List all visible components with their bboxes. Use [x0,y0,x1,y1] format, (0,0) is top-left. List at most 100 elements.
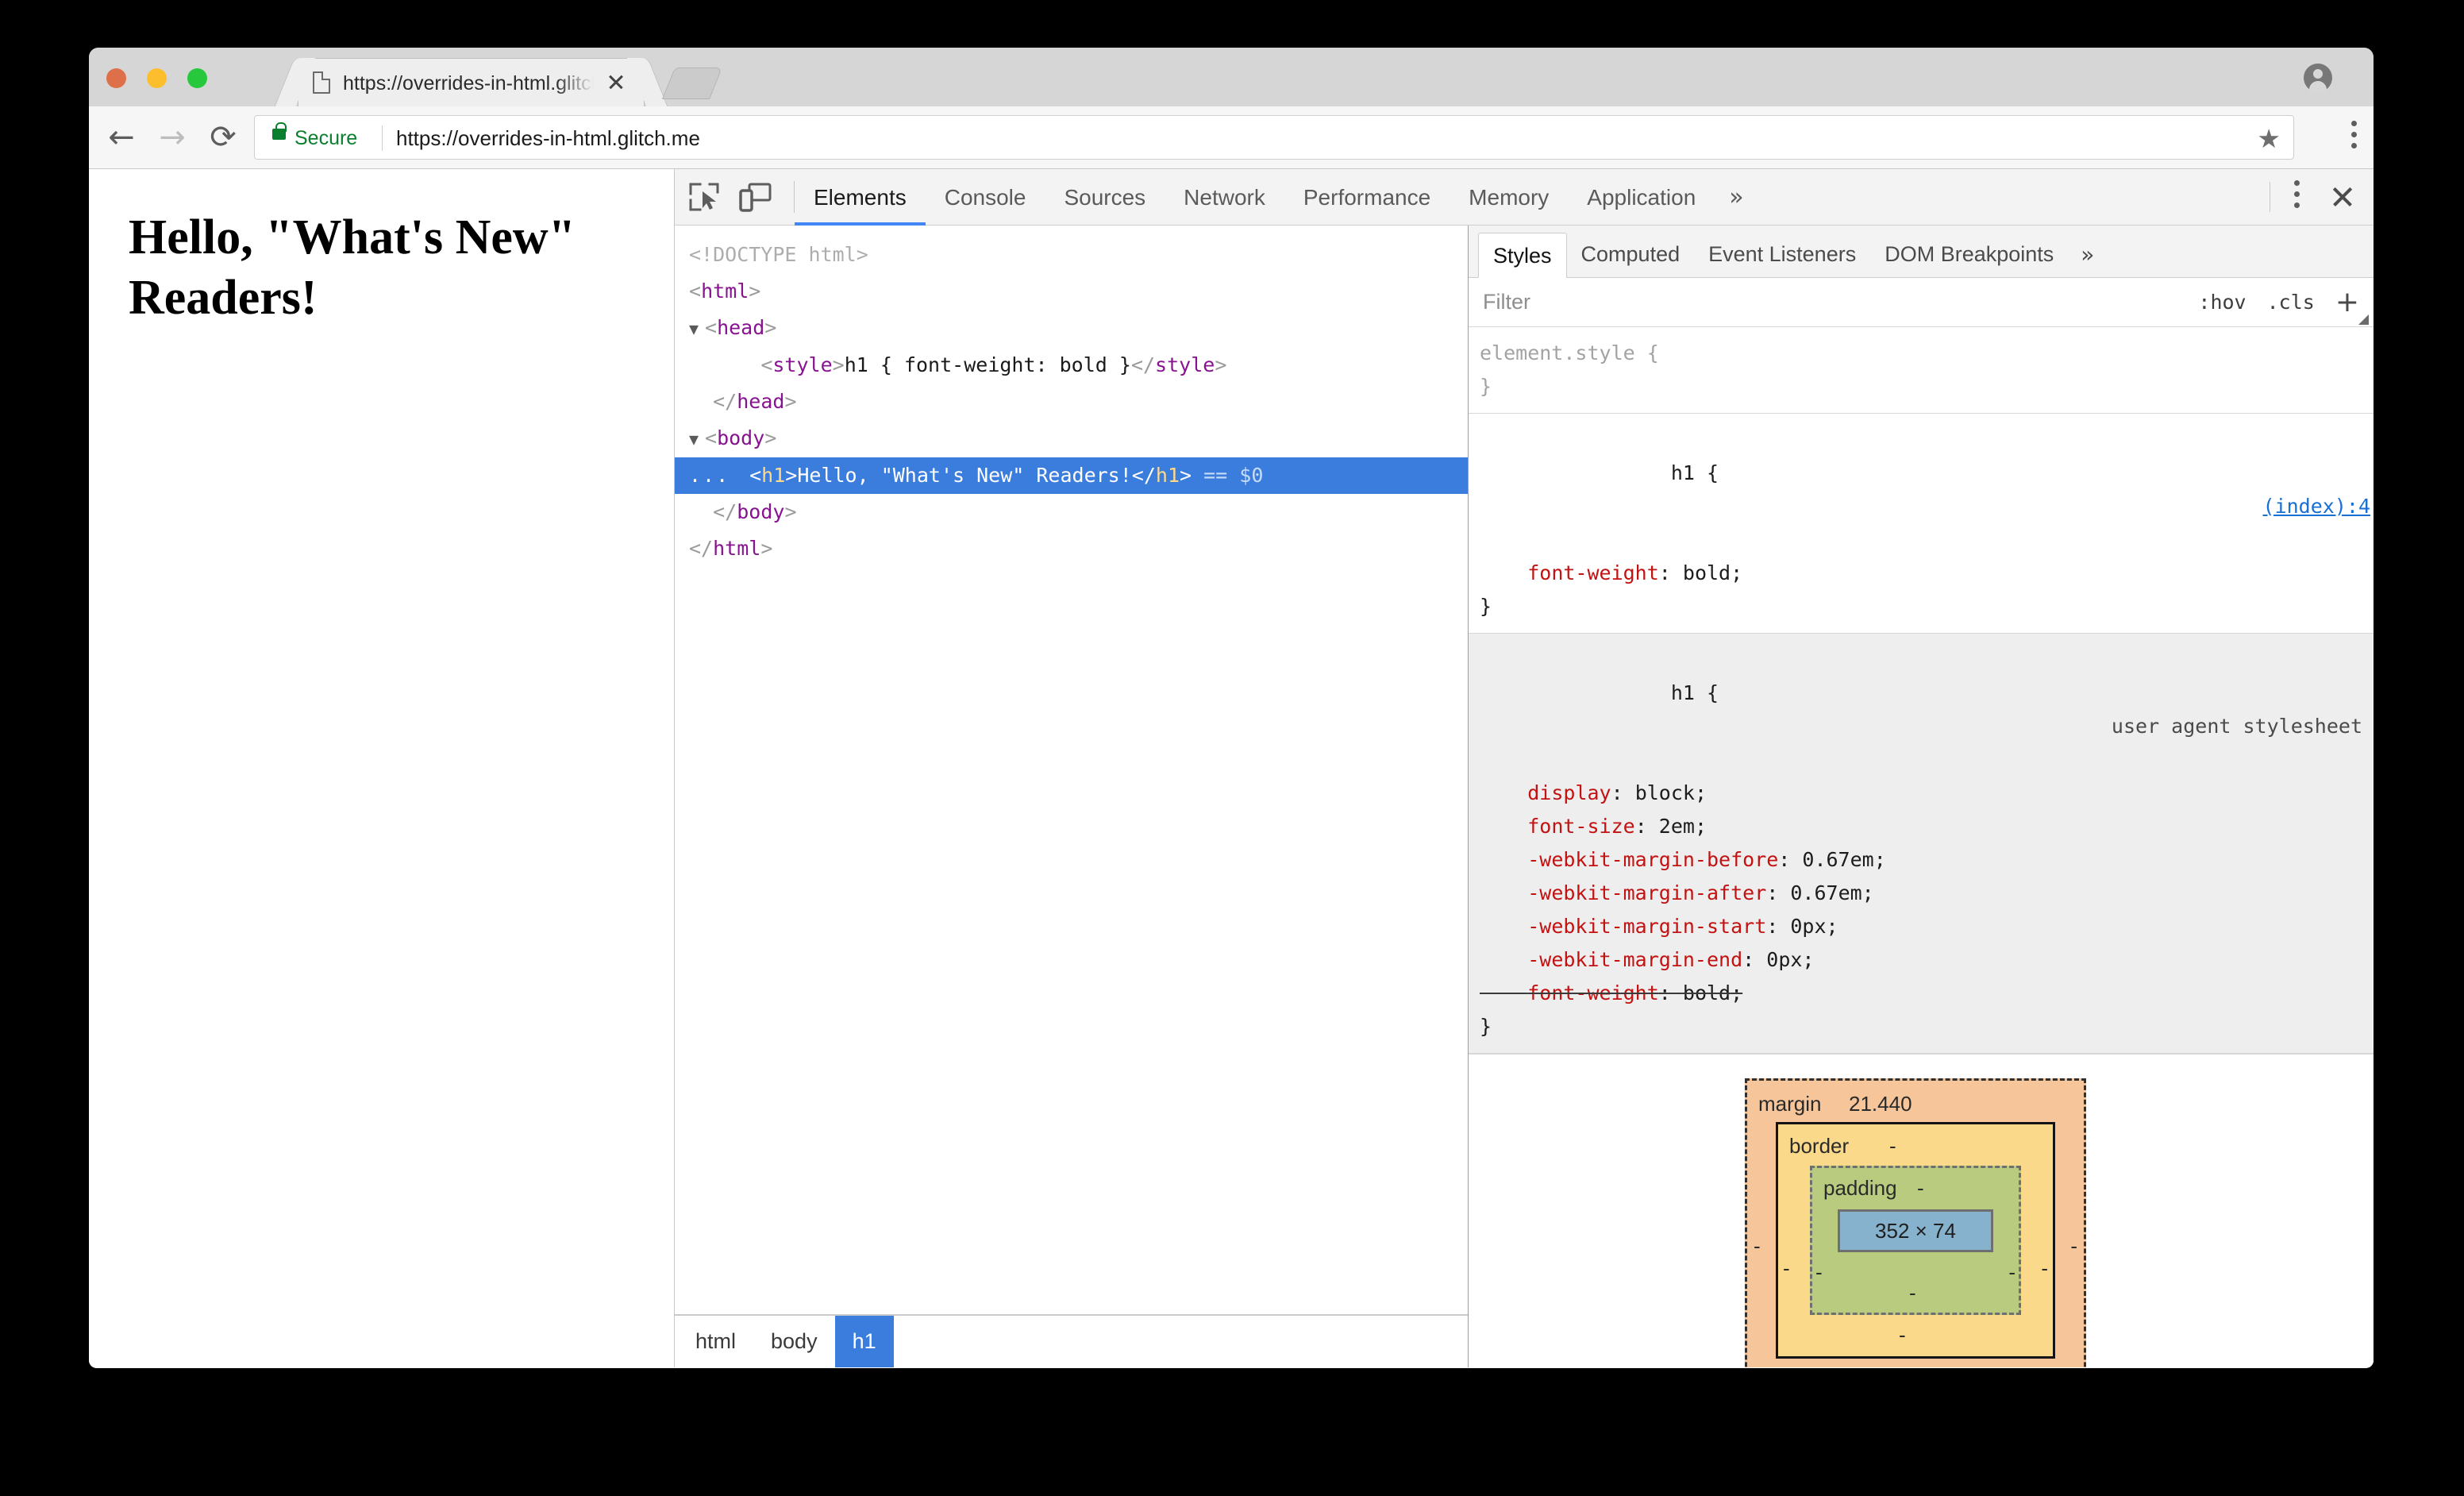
minimize-window-button[interactable] [147,68,167,88]
margin-top-value[interactable]: 21.440 [1849,1087,1912,1120]
back-button[interactable]: ← [103,119,140,156]
tab-network[interactable]: Network [1165,169,1284,226]
css-declaration-overridden[interactable]: font-weight: bold; [1469,977,2374,1010]
chevron-double-right-icon[interactable]: » [2068,232,2107,277]
close-icon[interactable] [604,70,628,94]
breadcrumb-item-h1[interactable]: h1 [834,1316,894,1367]
close-window-button[interactable] [106,68,126,88]
css-property-value[interactable]: 0px [1766,948,1802,971]
browser-menu-icon[interactable] [2351,121,2359,154]
border-right-value[interactable]: - [2041,1251,2048,1285]
styles-rules-list: element.style { } h1 { (index):4 font-we… [1469,327,2374,1367]
dom-line-selected[interactable]: ... <h1>Hello, "What's New" Readers!</h1… [675,457,1468,494]
css-property-value[interactable]: 0px [1790,915,1826,938]
bookmark-star-icon[interactable]: ★ [2257,125,2281,152]
padding-bottom-value[interactable]: - [1909,1276,1916,1309]
rule-element-style[interactable]: element.style { } [1469,327,2374,414]
border-top-value[interactable]: - [1889,1129,1896,1162]
tab-console[interactable]: Console [926,169,1045,226]
tab-application[interactable]: Application [1568,169,1715,226]
tab-sources[interactable]: Sources [1045,169,1165,226]
inspect-element-icon[interactable] [687,181,721,213]
styles-pane: Styles Computed Event Listeners DOM Brea… [1469,226,2374,1367]
hov-toggle-button[interactable]: :hov [2198,291,2246,314]
page-viewport: Hello, "What's New" Readers! [89,169,675,1367]
css-property-value[interactable]: block [1635,781,1695,804]
css-property-value[interactable]: 2em [1659,815,1695,838]
dom-line[interactable]: </head> [675,384,1468,420]
css-property-name[interactable]: display [1527,781,1611,804]
back-arrow-icon: ← [108,119,135,156]
css-property-name[interactable]: font-weight [1527,561,1659,584]
close-icon[interactable] [2329,183,2356,210]
cls-toggle-button[interactable]: .cls [2267,291,2315,314]
chevron-double-right-icon[interactable]: » [1715,169,1758,226]
css-property-name[interactable]: -webkit-margin-after [1527,881,1766,904]
profile-avatar-icon[interactable] [2304,64,2332,93]
security-label: Secure [295,127,358,149]
tab-event-listeners[interactable]: Event Listeners [1694,232,1870,277]
css-property-value[interactable]: bold [1683,561,1731,584]
expand-triangle-icon[interactable]: ▼ [689,310,705,347]
forward-button[interactable]: → [154,119,191,156]
dom-line[interactable]: </html> [675,530,1468,567]
resize-corner-icon[interactable] [2358,314,2369,325]
reload-icon: ⟳ [210,119,237,156]
tab-styles[interactable]: Styles [1478,233,1567,278]
expand-triangle-icon[interactable]: ▼ [689,421,705,457]
css-property-name[interactable]: font-weight [1527,981,1659,1004]
rule-h1-user-agent[interactable]: h1 { user agent stylesheet display: bloc… [1469,634,2374,1054]
padding-top-value[interactable]: - [1917,1171,1924,1205]
ellipsis-icon[interactable]: ... [689,457,728,494]
tab-elements[interactable]: Elements [795,169,926,226]
dom-line[interactable]: ▼ <head> [675,310,1468,347]
border-left-value[interactable]: - [1783,1251,1790,1285]
tab-memory[interactable]: Memory [1450,169,1568,226]
dom-line[interactable]: ▼ <body> [675,420,1468,457]
box-model-content[interactable]: 352 × 74 [1838,1209,1993,1252]
styles-filter-row: Filter :hov .cls + [1469,278,2374,327]
device-toolbar-icon[interactable] [738,181,772,213]
css-property-name[interactable]: font-size [1527,815,1634,838]
tab-performance[interactable]: Performance [1284,169,1450,226]
breadcrumb-item-html[interactable]: html [675,1316,753,1367]
css-property-value[interactable]: bold [1683,981,1731,1004]
dom-line[interactable]: <!DOCTYPE html> [675,237,1468,273]
box-model-padding[interactable]: padding - - - - 352 × 74 [1810,1166,2021,1315]
tab-dom-breakpoints[interactable]: DOM Breakpoints [1870,232,2068,277]
omnibox-divider [382,125,383,151]
padding-left-value[interactable]: - [1815,1255,1823,1289]
css-property-name[interactable]: -webkit-margin-end [1527,948,1742,971]
rule-source-link[interactable]: (index):4 [2263,490,2370,523]
css-property-name[interactable]: -webkit-margin-start [1527,915,1766,938]
address-bar[interactable]: Secure https://overrides-in-html.glitch.… [254,115,2294,160]
border-bottom-value[interactable]: - [1899,1318,1906,1351]
box-model-border[interactable]: border - - - - padding - - - - 352 × 74 [1776,1122,2055,1359]
reload-button[interactable]: ⟳ [205,119,241,156]
devtools-body: <!DOCTYPE html> <html> ▼ <head> <style>h1… [675,226,2374,1367]
css-property-name[interactable]: -webkit-margin-before [1527,848,1778,871]
tab-computed[interactable]: Computed [1567,232,1695,277]
dom-line[interactable]: </body> [675,494,1468,530]
browser-tab[interactable]: https://overrides-in-html.glitch [298,58,645,106]
dom-line[interactable]: <html> [675,273,1468,310]
console-ref: == $0 [1203,464,1264,487]
maximize-window-button[interactable] [187,68,207,88]
margin-bottom-value[interactable]: 21.440 [1866,1360,1930,1367]
css-property-value[interactable]: 0.67em [1802,848,1873,871]
margin-left-value[interactable]: - [1754,1229,1761,1263]
margin-right-value[interactable]: - [2070,1229,2077,1263]
breadcrumb-item-body[interactable]: body [753,1316,835,1367]
h1-text: Hello, "What's New" Readers! [797,464,1132,487]
dom-line[interactable]: <style>h1 { font-weight: bold }</style> [675,347,1468,384]
filter-input[interactable]: Filter [1483,290,1530,314]
add-style-rule-button[interactable]: + [2335,287,2359,316]
filter-actions: :hov .cls + [2198,287,2374,316]
devtools-more-icon[interactable] [2294,180,2300,214]
new-tab-button[interactable] [661,67,723,99]
box-model-margin[interactable]: margin 21.440 21.440 - - border - - - [1745,1078,2086,1367]
padding-right-value[interactable]: - [2008,1255,2015,1289]
rule-h1-author[interactable]: h1 { (index):4 font-weight: bold; } [1469,414,2374,634]
dom-tree[interactable]: <!DOCTYPE html> <html> ▼ <head> <style>h1… [675,226,1468,1314]
css-property-value[interactable]: 0.67em [1790,881,1861,904]
